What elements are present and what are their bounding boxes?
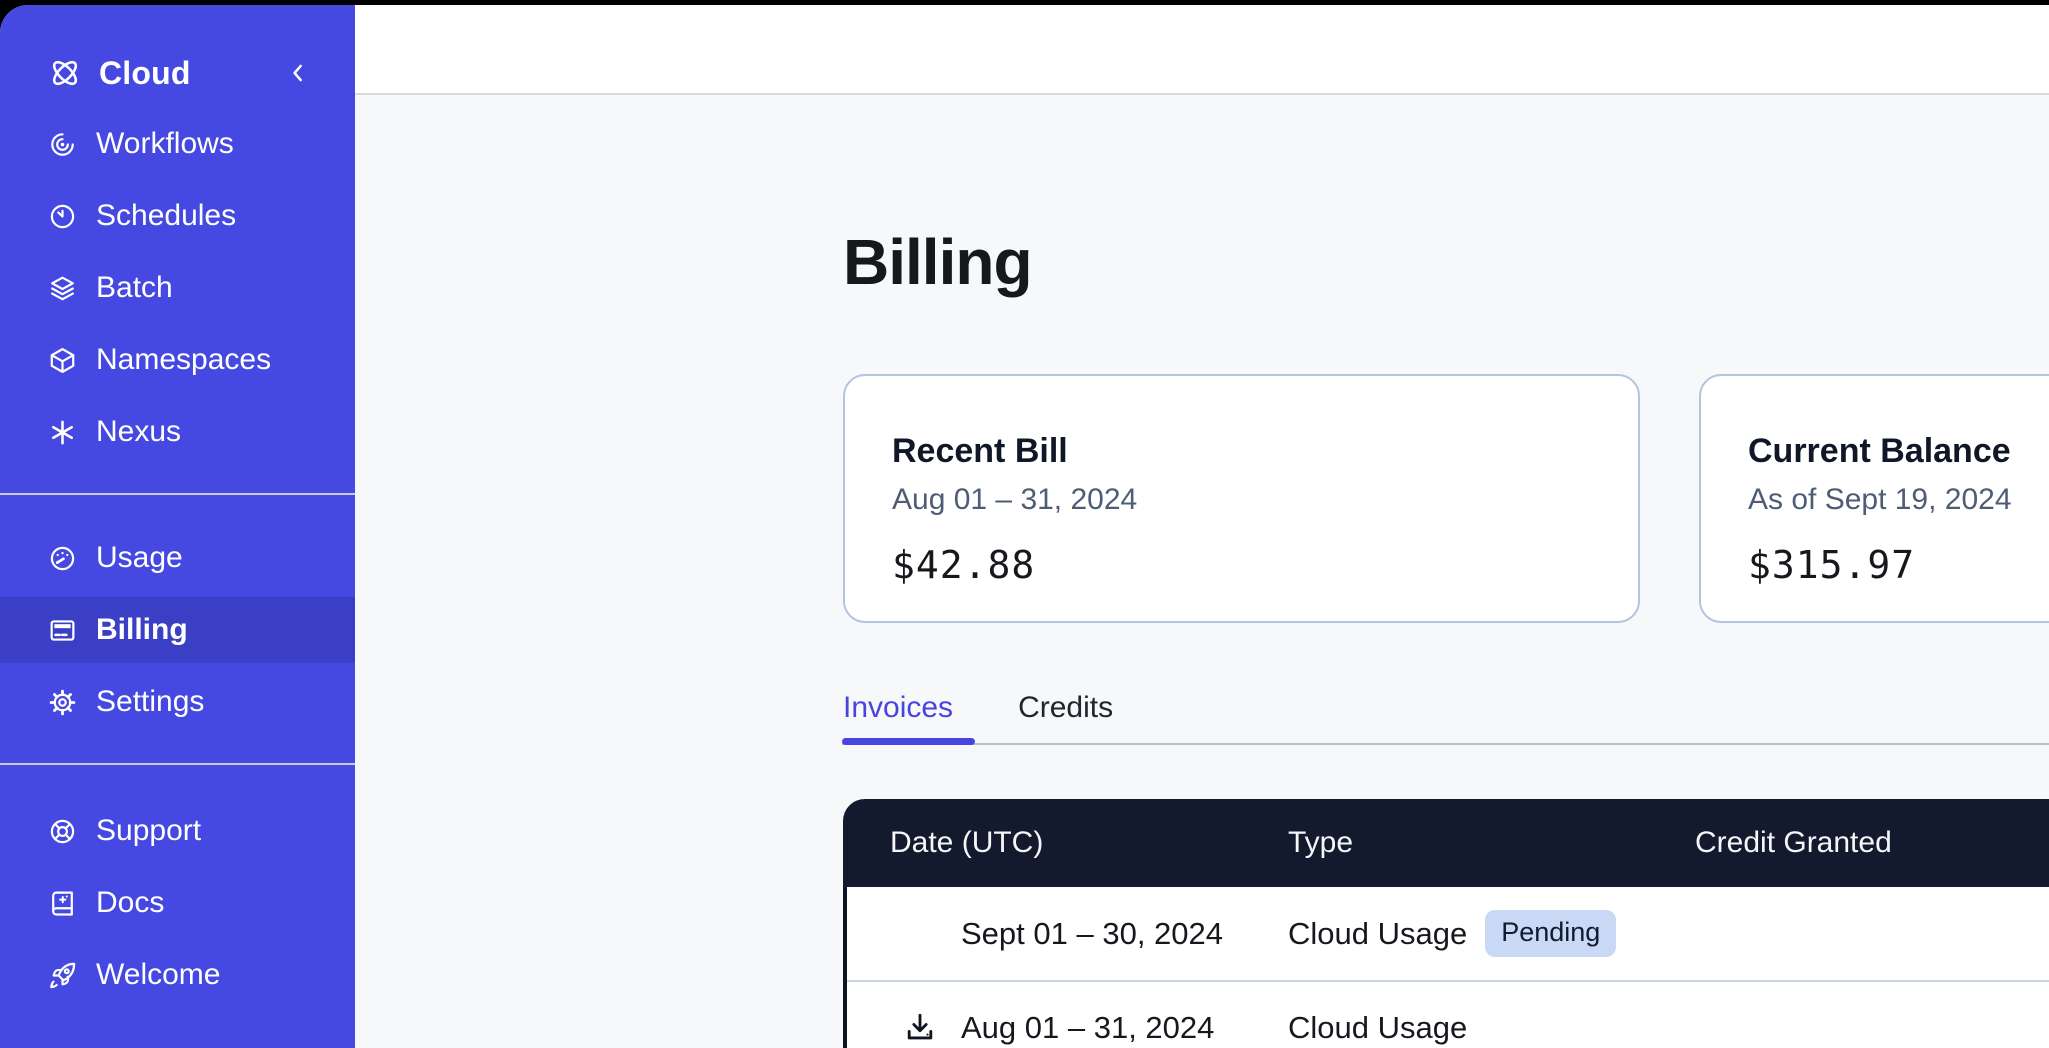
sidebar-group-account: Usage Billing Settings: [0, 525, 355, 741]
docs-book-icon: [47, 888, 78, 919]
invoice-date-cell: Aug 01 – 31, 2024: [847, 1010, 1288, 1046]
tab-invoices[interactable]: Invoices: [843, 679, 953, 745]
main-content: Billing Recent Bill Aug 01 – 31, 2024 $4…: [355, 97, 2049, 1048]
sidebar-item-label: Docs: [96, 886, 164, 920]
active-tab-indicator: [842, 738, 975, 745]
sidebar-item-nexus[interactable]: Nexus: [0, 399, 355, 465]
top-bar: [355, 5, 2049, 95]
sidebar-group-help: Support Docs Welcome: [0, 798, 355, 1014]
sidebar-item-usage[interactable]: Usage: [0, 525, 355, 591]
tabs-divider: [842, 743, 2049, 745]
chevron-left-icon: [285, 58, 311, 88]
sidebar-item-workflows[interactable]: Workflows: [0, 111, 355, 177]
sidebar-item-label: Billing: [96, 613, 188, 647]
invoice-date: Aug 01 – 31, 2024: [961, 1010, 1214, 1046]
usage-gauge-icon: [47, 543, 78, 574]
status-badge: Pending: [1485, 910, 1616, 957]
invoice-date-cell: Sept 01 – 30, 2024: [847, 916, 1288, 952]
sidebar-item-namespaces[interactable]: Namespaces: [0, 327, 355, 393]
batch-layers-icon: [47, 273, 78, 304]
invoice-type-cell: Cloud Usage: [1288, 1010, 1695, 1046]
sidebar-item-welcome[interactable]: Welcome: [0, 942, 355, 1008]
column-header-credit-granted: Credit Granted: [1695, 826, 2049, 860]
page-title: Billing: [843, 225, 1032, 299]
invoice-type: Cloud Usage: [1288, 916, 1467, 952]
column-header-date: Date (UTC): [843, 826, 1288, 860]
current-balance-amount: $315.97: [1748, 543, 2049, 587]
column-header-type: Type: [1288, 826, 1695, 860]
sidebar-item-label: Welcome: [96, 958, 220, 992]
sidebar-item-docs[interactable]: Docs: [0, 870, 355, 936]
sidebar-item-batch[interactable]: Batch: [0, 255, 355, 321]
sidebar-logo[interactable]: Cloud: [0, 41, 355, 105]
invoices-table: Date (UTC) Type Credit Granted Sept 01 –…: [843, 799, 2049, 1048]
welcome-rocket-icon: [47, 960, 78, 991]
schedules-icon: [47, 201, 78, 232]
download-invoice-button[interactable]: [902, 1010, 938, 1046]
invoices-table-header: Date (UTC) Type Credit Granted: [843, 799, 2049, 887]
sidebar-item-schedules[interactable]: Schedules: [0, 183, 355, 249]
invoice-row-sept: Sept 01 – 30, 2024 Cloud Usage Pending: [847, 887, 2049, 980]
sidebar-divider: [0, 493, 355, 495]
sidebar-item-label: Support: [96, 814, 201, 848]
namespaces-cube-icon: [47, 345, 78, 376]
recent-bill-period: Aug 01 – 31, 2024: [892, 483, 1638, 517]
sidebar-divider: [0, 763, 355, 765]
recent-bill-title: Recent Bill: [892, 432, 1638, 471]
support-lifebuoy-icon: [47, 816, 78, 847]
recent-bill-amount: $42.88: [892, 543, 1638, 587]
settings-gear-icon: [47, 687, 78, 718]
current-balance-period: As of Sept 19, 2024: [1748, 483, 2049, 517]
sidebar-item-label: Nexus: [96, 415, 181, 449]
invoices-table-body: Sept 01 – 30, 2024 Cloud Usage Pending: [843, 887, 2049, 1048]
billing-tabs: Invoices Credits: [843, 679, 1113, 745]
sidebar-item-settings[interactable]: Settings: [0, 669, 355, 735]
app-window: Cloud Workflows: [0, 5, 2049, 1048]
current-balance-card: Current Balance As of Sept 19, 2024 $315…: [1699, 374, 2049, 623]
nexus-asterisk-icon: [47, 417, 78, 448]
sidebar-collapse-button[interactable]: [285, 58, 311, 88]
sidebar-item-label: Namespaces: [96, 343, 271, 377]
sidebar-item-label: Usage: [96, 541, 183, 575]
sidebar-item-label: Workflows: [96, 127, 234, 161]
download-icon: [902, 1010, 938, 1046]
tab-credits[interactable]: Credits: [1018, 679, 1113, 745]
current-balance-title: Current Balance: [1748, 432, 2049, 471]
invoice-type: Cloud Usage: [1288, 1010, 1467, 1046]
sidebar-item-label: Schedules: [96, 199, 236, 233]
invoice-row-aug: Aug 01 – 31, 2024 Cloud Usage: [847, 980, 2049, 1048]
sidebar: Cloud Workflows: [0, 5, 355, 1048]
temporal-cloud-logo-icon: [47, 55, 83, 91]
invoice-date: Sept 01 – 30, 2024: [961, 916, 1223, 952]
billing-invoice-icon: [47, 615, 78, 646]
sidebar-item-support[interactable]: Support: [0, 798, 355, 864]
invoice-type-cell: Cloud Usage Pending: [1288, 910, 1695, 957]
sidebar-group-workspace: Workflows Schedules Batch: [0, 111, 355, 471]
sidebar-logo-label: Cloud: [99, 55, 191, 92]
sidebar-item-label: Settings: [96, 685, 204, 719]
workflows-icon: [47, 129, 78, 160]
download-slot: [902, 1010, 961, 1046]
recent-bill-card: Recent Bill Aug 01 – 31, 2024 $42.88: [843, 374, 1640, 623]
sidebar-item-label: Batch: [96, 271, 173, 305]
sidebar-item-billing[interactable]: Billing: [0, 597, 355, 663]
